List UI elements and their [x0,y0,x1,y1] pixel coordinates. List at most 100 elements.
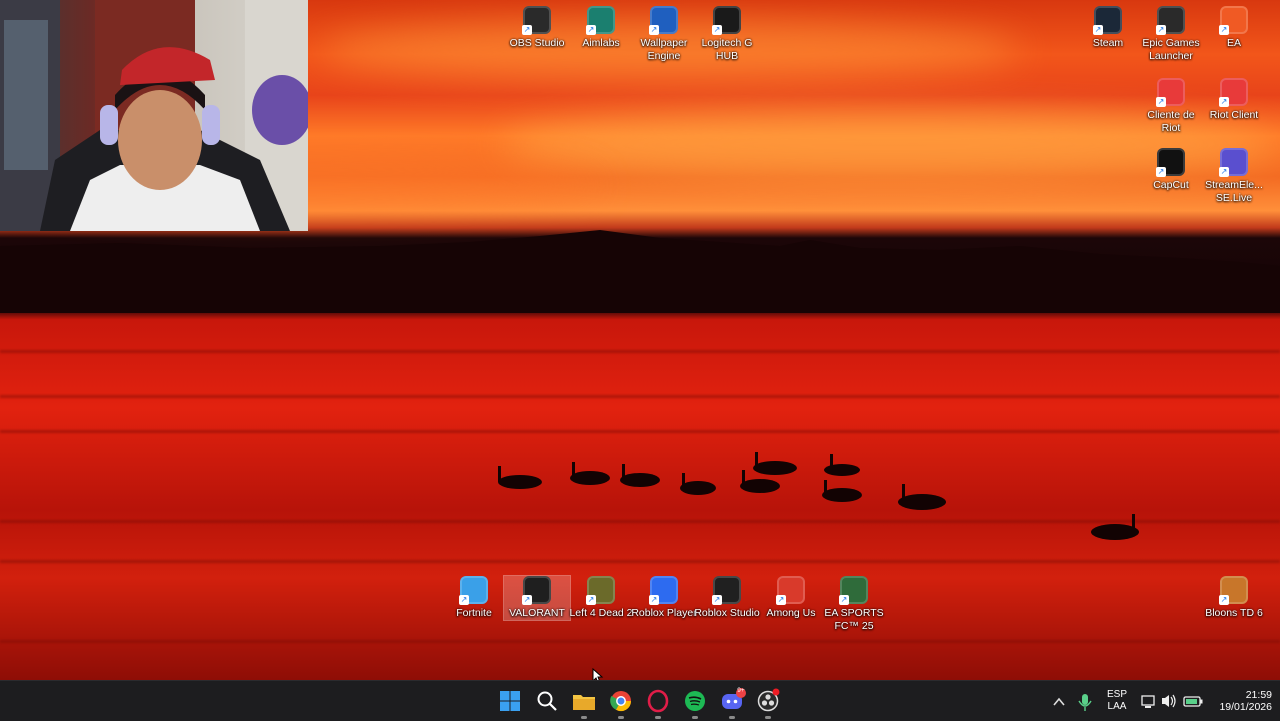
running-indicator [618,716,624,719]
ea-icon: ↗ [1219,6,1248,35]
taskbar-discord-button[interactable]: 9+ [716,685,748,719]
chevron-up-icon [1053,697,1065,706]
taskbar-opera-button[interactable] [642,685,674,719]
shortcut-arrow-icon: ↗ [839,595,849,605]
riot-icon: ↗ [1219,78,1248,107]
running-indicator [581,716,587,719]
desktop-icon-label: Left 4 Dead 2 [569,607,633,619]
steam-icon: ↗ [1093,6,1122,35]
desktop-icon-fortnite[interactable]: ↗ Fortnite [441,576,507,620]
desktop-icon-label: Riot Client [1209,109,1259,121]
webcam-streamer-image [0,0,308,231]
running-indicator [655,716,661,719]
streamelements-icon: ↗ [1219,148,1248,177]
desktop-icon-riot-client[interactable]: ↗ Riot Client [1201,78,1267,122]
geese-silhouette [498,452,1139,540]
desktop-icon-label: Wallpaper Engine [640,37,688,62]
among-us-icon: ↗ [776,576,805,605]
opera-gx-icon [647,689,669,713]
shortcut-arrow-icon: ↗ [1219,97,1229,107]
desktop-icon-ea[interactable]: ↗ EA [1201,6,1267,50]
quick-settings-button[interactable] [1138,685,1216,717]
desktop-icon-valorant[interactable]: ↗ VALORANT [503,575,571,621]
desktop-icon-cliente-riot[interactable]: ↗ Cliente de Riot [1138,78,1204,135]
shortcut-arrow-icon: ↗ [1156,167,1166,177]
desktop-icon-roblox-studio[interactable]: ↗ Roblox Studio [694,576,760,620]
taskbar-obs-button[interactable] [752,685,784,719]
water-ripple [0,640,1280,643]
desktop-icon-capcut[interactable]: ↗ CapCut [1138,148,1204,192]
epic-games-icon: ↗ [1156,6,1185,35]
shortcut-arrow-icon: ↗ [522,25,532,35]
fortnite-icon: ↗ [459,576,488,605]
shortcut-arrow-icon: ↗ [586,595,596,605]
shortcut-arrow-icon: ↗ [1219,167,1229,177]
taskbar-chrome-button[interactable] [605,685,637,719]
desktop-icon-epic[interactable]: ↗ Epic Games Launcher [1138,6,1204,63]
desktop-icon-l4d2[interactable]: ↗ Left 4 Dead 2 [568,576,634,620]
chrome-icon [610,691,632,712]
taskbar-spotify-button[interactable] [679,685,711,719]
desktop-icon-label: Logitech G HUB [701,37,753,62]
desktop-icon-logitech[interactable]: ↗ Logitech G HUB [694,6,760,63]
clock[interactable]: 21:59 19/01/2026 [1208,689,1272,713]
taskbar-search-button[interactable] [531,685,563,717]
desktop-icon-label: Steam [1092,37,1124,49]
shortcut-arrow-icon: ↗ [712,595,722,605]
desktop-icon-roblox-player[interactable]: ↗ Roblox Player [631,576,697,620]
desktop-icon-label: Roblox Player [631,607,697,619]
microphone-button[interactable] [1076,685,1094,717]
desktop-icon-label: Among Us [766,607,816,619]
wallpaper-engine-icon: ↗ [649,6,678,35]
shortcut-arrow-icon: ↗ [1156,25,1166,35]
volume-icon [1162,694,1176,708]
water-ripple [0,430,1280,433]
valorant-icon: ↗ [522,576,551,605]
obs-icon: ↗ [522,6,551,35]
water-ripple [0,350,1280,353]
desktop-icon-label: EA SPORTS FC™ 25 [824,607,884,632]
shortcut-arrow-icon: ↗ [522,595,532,605]
roblox-icon: ↗ [649,576,678,605]
shortcut-arrow-icon: ↗ [1093,25,1103,35]
desktop-icon-label: Roblox Studio [694,607,760,619]
water-ripple [0,560,1280,563]
desktop-icon-label: StreamEle... SE.Live [1205,179,1263,204]
language-indicator[interactable]: ESP LAA [1102,689,1132,713]
desktop-icon-easports[interactable]: ↗ EA SPORTS FC™ 25 [821,576,887,633]
file-explorer-icon [573,695,595,710]
water-ripple [0,395,1280,398]
shortcut-arrow-icon: ↗ [586,25,596,35]
desktop-icon-steam[interactable]: ↗ Steam [1075,6,1141,50]
keyboard-layout: LAA [1107,701,1127,712]
desktop-icon-streamelements[interactable]: ↗ StreamEle... SE.Live [1201,148,1267,205]
bloons-icon: ↗ [1219,576,1248,605]
search-icon [537,691,557,711]
desktop-icon-label: VALORANT [509,607,565,619]
taskbar-start-button[interactable] [494,685,526,717]
left4dead-icon: ↗ [586,576,615,605]
ea-sports-fc-icon: ↗ [839,576,868,605]
desktop-icon-label: Bloons TD 6 [1205,607,1263,619]
clock-date: 19/01/2026 [1219,701,1272,713]
taskbar-explorer-button[interactable] [568,685,600,719]
show-hidden-icons-button[interactable] [1050,685,1068,717]
desktop-icon-label: Aimlabs [582,37,620,49]
desktop-icon-label: EA [1226,37,1241,49]
desktop-icon-obs[interactable]: ↗ OBS Studio [504,6,570,50]
shortcut-arrow-icon: ↗ [649,595,659,605]
desktop-icon-label: Cliente de Riot [1147,109,1195,134]
desktop-icon-aimlabs[interactable]: ↗ Aimlabs [568,6,634,50]
running-indicator [729,716,735,719]
shortcut-arrow-icon: ↗ [712,25,722,35]
webcam-overlay [0,0,308,231]
aimlabs-icon: ↗ [586,6,615,35]
running-indicator [692,716,698,719]
desktop-icon-label: CapCut [1153,179,1189,191]
desktop-icon-wallpaper[interactable]: ↗ Wallpaper Engine [631,6,697,63]
logitech-icon: ↗ [712,6,741,35]
mountain-silhouette [0,230,1280,313]
desktop-icon-bloons[interactable]: ↗ Bloons TD 6 [1201,576,1267,620]
clock-time: 21:59 [1245,689,1272,701]
desktop-icon-among-us[interactable]: ↗ Among Us [758,576,824,620]
